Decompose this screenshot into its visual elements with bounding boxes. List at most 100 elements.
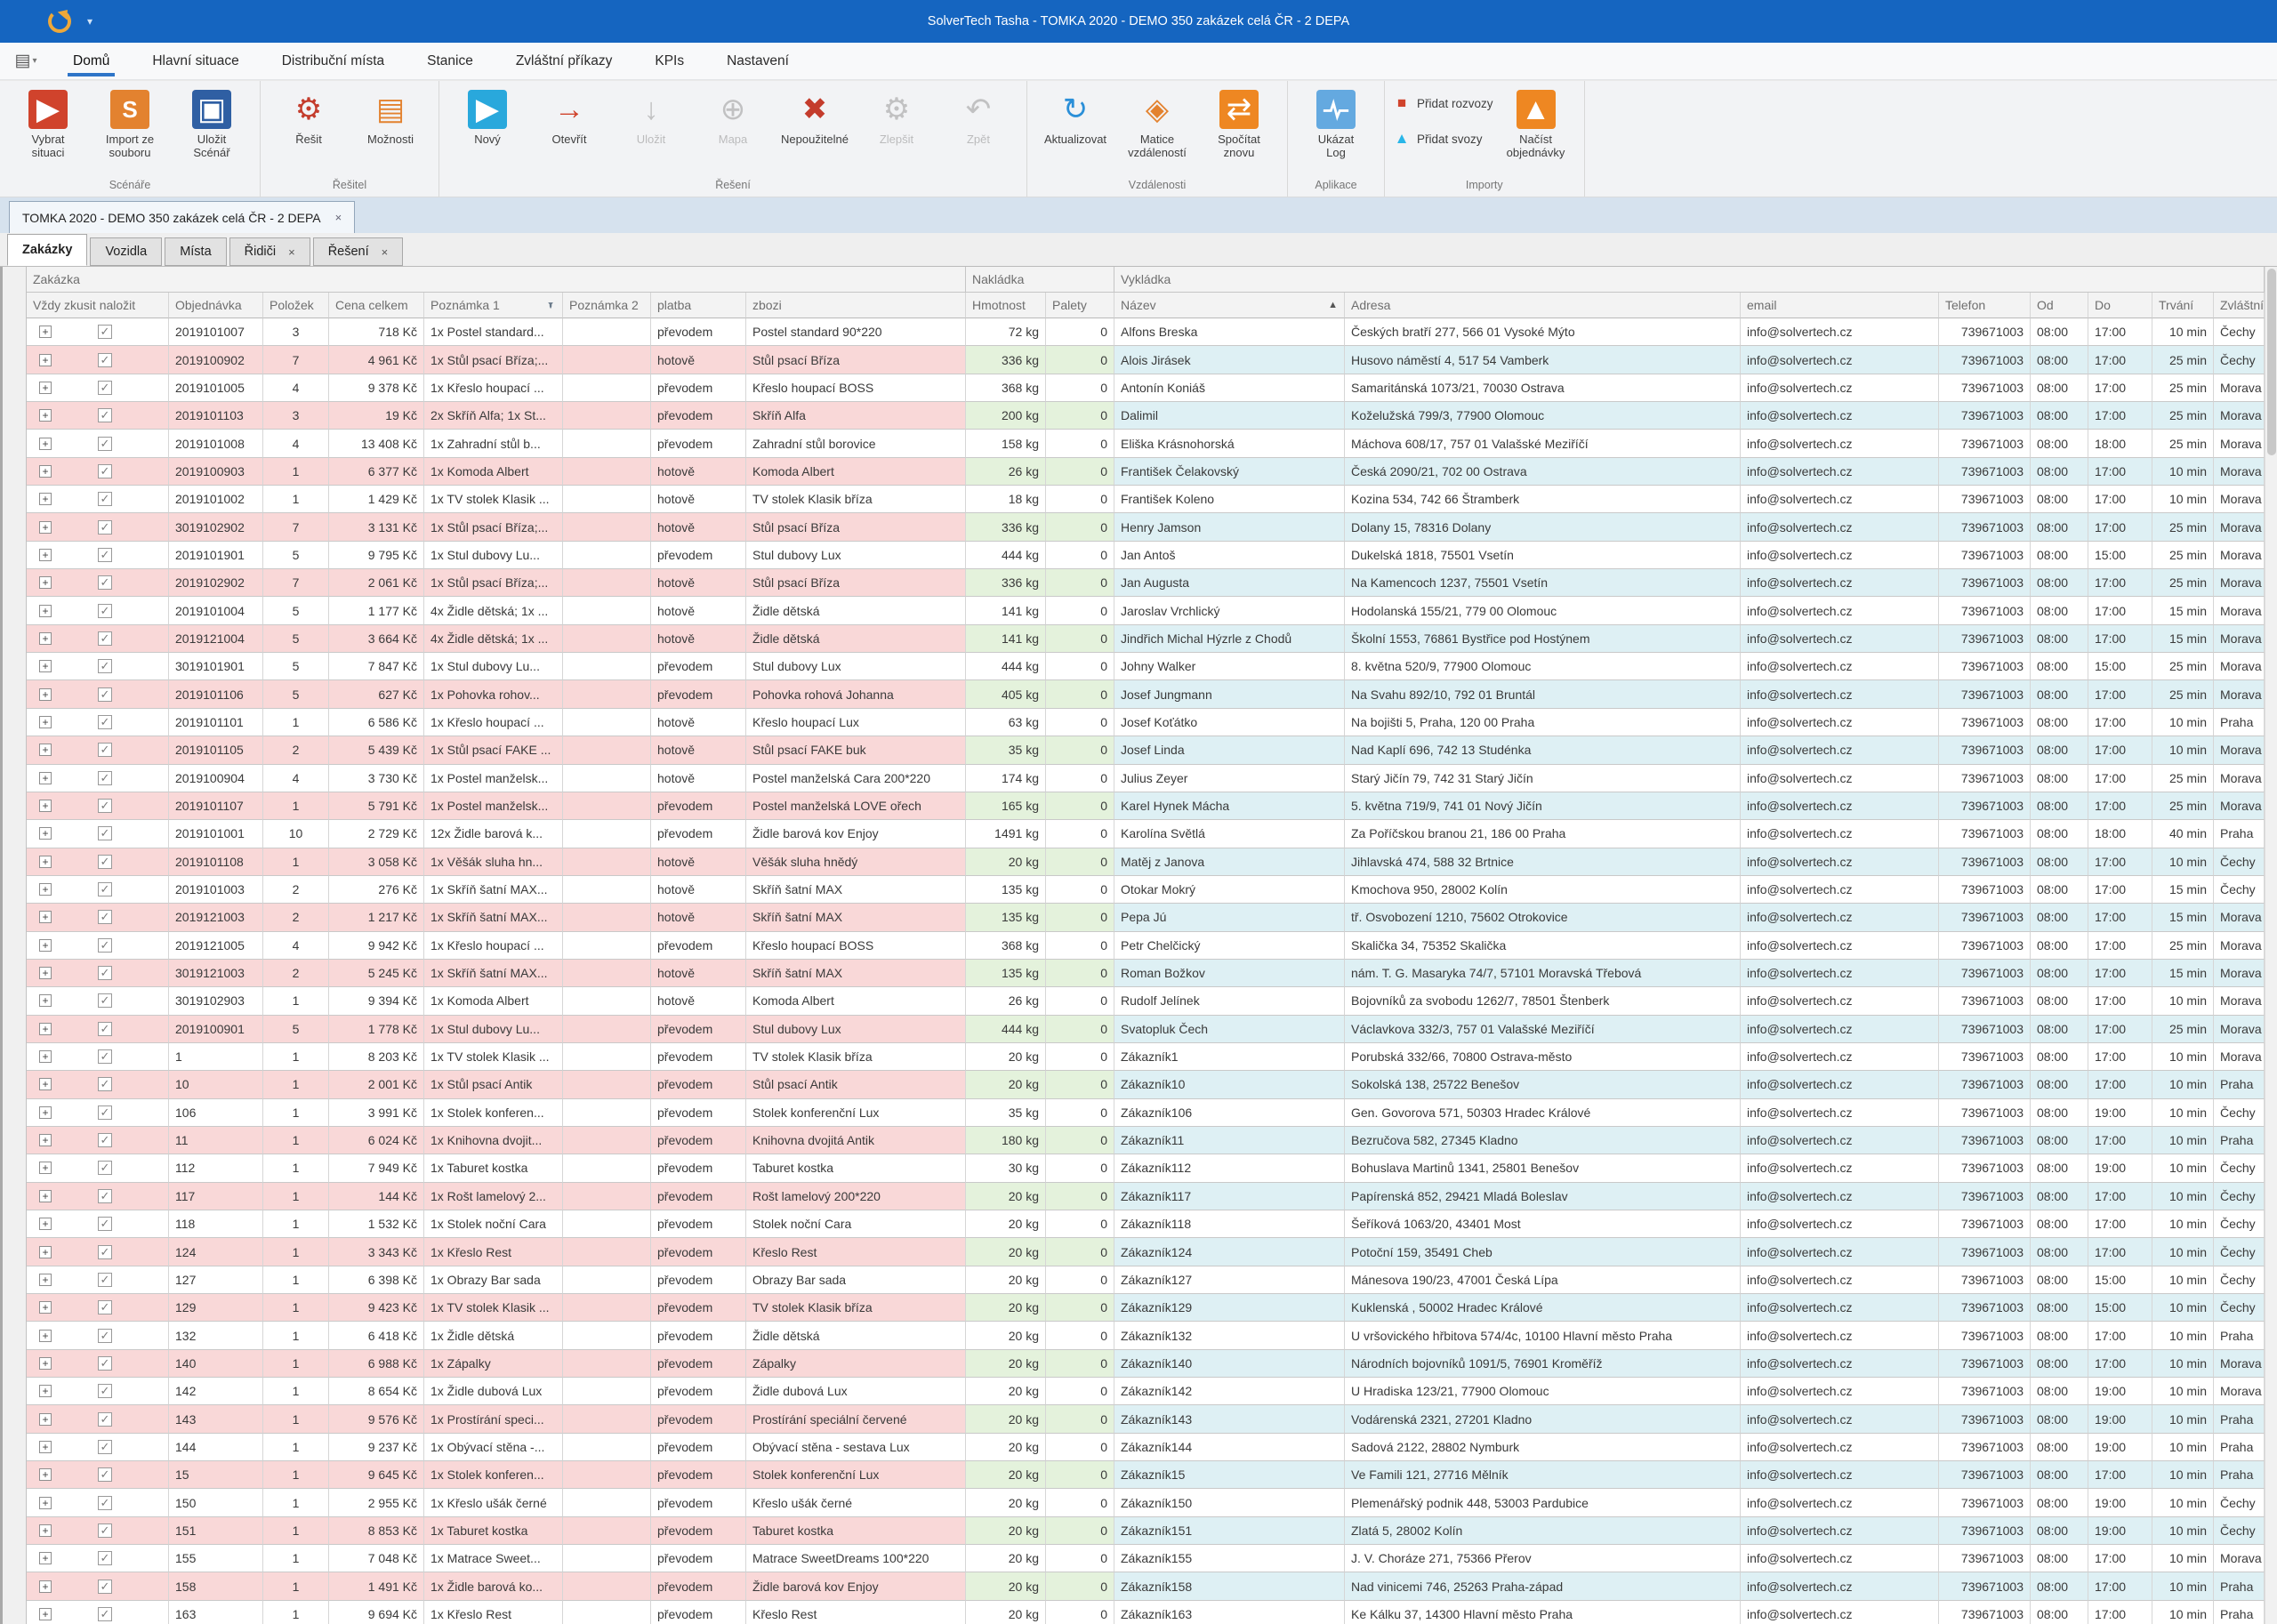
column-header-pozn1[interactable]: Poznámka 1▼ — [424, 293, 563, 318]
table-row[interactable]: +✓301910290273 131 Kč1x Stůl psací Bříza… — [27, 513, 2265, 541]
row-expand-icon[interactable]: + — [39, 1330, 52, 1342]
tab-zakzky[interactable]: Zakázky — [7, 234, 87, 266]
row-expand-icon[interactable]: + — [39, 1050, 52, 1063]
button-distance-matrix[interactable]: ◈Matice vzdáleností — [1118, 86, 1196, 159]
column-header-platba[interactable]: platba — [651, 293, 746, 318]
table-row[interactable]: +✓301910290319 394 Kč1x Komoda Alberthot… — [27, 987, 2265, 1015]
row-expand-icon[interactable]: + — [39, 1468, 52, 1481]
ribbon-tab-stanice[interactable]: Stanice — [406, 43, 495, 79]
table-row[interactable]: +✓15811 491 Kč1x Židle barová ko...převo… — [27, 1572, 2265, 1600]
column-header-always[interactable]: Vždy zkusit naložit — [27, 293, 169, 318]
table-row[interactable]: +✓13216 418 Kč1x Židle dětskápřevodemŽid… — [27, 1322, 2265, 1349]
button-new-solution[interactable]: ▶Nový — [448, 86, 527, 146]
row-expand-icon[interactable]: + — [39, 1134, 52, 1146]
table-row[interactable]: +✓1116 024 Kč1x Knihovna dvojit...převod… — [27, 1127, 2265, 1154]
button-play-box[interactable]: ▶Vybrat situaci — [9, 86, 87, 159]
always-load-checkbox[interactable]: ✓ — [98, 993, 112, 1008]
row-expand-icon[interactable]: + — [39, 1357, 52, 1370]
always-load-checkbox[interactable]: ✓ — [98, 1356, 112, 1371]
button-show-log[interactable]: Ukázat Log — [1297, 86, 1375, 159]
table-row[interactable]: +✓1012 001 Kč1x Stůl psací Antikpřevodem… — [27, 1071, 2265, 1098]
button-unusable-x[interactable]: ✖Nepoužitelné — [776, 86, 854, 146]
row-expand-icon[interactable]: + — [39, 994, 52, 1007]
table-row[interactable]: +✓2019101008413 408 Kč1x Zahradní stůl b… — [27, 430, 2265, 457]
table-row[interactable]: +✓1519 645 Kč1x Stolek konferen...převod… — [27, 1461, 2265, 1489]
table-row[interactable]: +✓16319 694 Kč1x Křeslo RestpřevodemKřes… — [27, 1601, 2265, 1624]
always-load-checkbox[interactable]: ✓ — [98, 715, 112, 729]
row-expand-icon[interactable]: + — [39, 632, 52, 645]
always-load-checkbox[interactable]: ✓ — [98, 381, 112, 395]
row-expand-icon[interactable]: + — [39, 1497, 52, 1509]
table-row[interactable]: +✓201910100451 177 Kč4x Židle dětská; 1x… — [27, 597, 2265, 624]
column-header-do[interactable]: Do — [2088, 293, 2152, 318]
table-row[interactable]: +✓12413 343 Kč1x Křeslo RestpřevodemKřes… — [27, 1238, 2265, 1266]
table-row[interactable]: +✓118 203 Kč1x TV stolek Klasik ...převo… — [27, 1043, 2265, 1071]
table-row[interactable]: +✓201910190159 795 Kč1x Stul dubovy Lu..… — [27, 542, 2265, 569]
ribbon-tab-kpis[interactable]: KPIs — [633, 43, 705, 79]
row-expand-icon[interactable]: + — [39, 827, 52, 840]
always-load-checkbox[interactable]: ✓ — [98, 1049, 112, 1064]
tab-msta[interactable]: Místa — [165, 237, 226, 266]
button-add-deliveries[interactable]: ■Přidat rozvozy — [1394, 95, 1493, 111]
always-load-checkbox[interactable]: ✓ — [98, 882, 112, 896]
always-load-checkbox[interactable]: ✓ — [98, 1580, 112, 1594]
vertical-scrollbar[interactable] — [2265, 267, 2277, 1624]
row-expand-icon[interactable]: + — [39, 939, 52, 952]
tab-idii[interactable]: Řidiči× — [229, 237, 310, 266]
always-load-checkbox[interactable]: ✓ — [98, 1384, 112, 1398]
column-header-hmotnost[interactable]: Hmotnost — [966, 293, 1046, 318]
column-header-email[interactable]: email — [1741, 293, 1939, 318]
row-expand-icon[interactable]: + — [39, 688, 52, 701]
always-load-checkbox[interactable]: ✓ — [98, 1607, 112, 1621]
tab-vozidla[interactable]: Vozidla — [90, 237, 162, 266]
row-expand-icon[interactable]: + — [39, 382, 52, 394]
row-expand-icon[interactable]: + — [39, 883, 52, 896]
always-load-checkbox[interactable]: ✓ — [98, 408, 112, 422]
column-header-od[interactable]: Od — [2031, 293, 2088, 318]
always-load-checkbox[interactable]: ✓ — [98, 492, 112, 506]
table-row[interactable]: +✓14218 654 Kč1x Židle dubová Luxpřevode… — [27, 1378, 2265, 1405]
always-load-checkbox[interactable]: ✓ — [98, 1329, 112, 1343]
always-load-checkbox[interactable]: ✓ — [98, 1467, 112, 1482]
column-header-cena[interactable]: Cena celkem — [329, 293, 424, 318]
always-load-checkbox[interactable]: ✓ — [98, 826, 112, 840]
document-tab[interactable]: TOMKA 2020 - DEMO 350 zakázek celá ČR - … — [9, 201, 355, 233]
always-load-checkbox[interactable]: ✓ — [98, 1133, 112, 1147]
button-recompute[interactable]: ⇄Spočítat znovu — [1200, 86, 1278, 159]
column-header-polozek[interactable]: Položek — [263, 293, 329, 318]
table-row[interactable]: +✓12919 423 Kč1x TV stolek Klasik ...pře… — [27, 1294, 2265, 1322]
table-row[interactable]: +✓201910110525 439 Kč1x Stůl psací FAKE … — [27, 736, 2265, 764]
always-load-checkbox[interactable]: ✓ — [98, 910, 112, 924]
row-expand-icon[interactable]: + — [39, 521, 52, 534]
row-expand-icon[interactable]: + — [39, 1190, 52, 1202]
row-expand-icon[interactable]: + — [39, 549, 52, 561]
tab-close-icon[interactable]: × — [288, 245, 295, 259]
row-expand-icon[interactable]: + — [39, 326, 52, 338]
always-load-checkbox[interactable]: ✓ — [98, 1551, 112, 1565]
table-row[interactable]: +✓10613 991 Kč1x Stolek konferen...převo… — [27, 1099, 2265, 1127]
table-row[interactable]: +✓12716 398 Kč1x Obrazy Bar sadapřevodem… — [27, 1266, 2265, 1294]
table-row[interactable]: +✓20191011065627 Kč1x Pohovka rohov...př… — [27, 680, 2265, 708]
ribbon-tab-distribu-n-m-sta[interactable]: Distribuční místa — [261, 43, 406, 79]
column-header-trvani[interactable]: Trvání — [2152, 293, 2214, 318]
table-row[interactable]: +✓201910110116 586 Kč1x Křeslo houpací .… — [27, 709, 2265, 736]
table-row[interactable]: +✓201910110813 058 Kč1x Věšák sluha hn..… — [27, 848, 2265, 876]
always-load-checkbox[interactable]: ✓ — [98, 1245, 112, 1259]
row-expand-icon[interactable]: + — [39, 967, 52, 979]
table-row[interactable]: +✓20191010073718 Kč1x Postel standard...… — [27, 318, 2265, 346]
table-row[interactable]: +✓15012 955 Kč1x Křeslo ušák černépřevod… — [27, 1489, 2265, 1516]
always-load-checkbox[interactable]: ✓ — [98, 604, 112, 618]
row-expand-icon[interactable]: + — [39, 1106, 52, 1119]
always-load-checkbox[interactable]: ✓ — [98, 437, 112, 451]
button-load-orders[interactable]: ▲Načíst objednávky — [1497, 86, 1575, 159]
column-header-adresa[interactable]: Adresa — [1345, 293, 1741, 318]
button-open-solution[interactable]: →Otevřít — [530, 86, 608, 146]
ribbon-tab-dom-[interactable]: Domů — [52, 43, 131, 79]
table-row[interactable]: +✓201912100549 942 Kč1x Křeslo houpací .… — [27, 932, 2265, 960]
row-expand-icon[interactable]: + — [39, 716, 52, 728]
always-load-checkbox[interactable]: ✓ — [98, 1022, 112, 1036]
filter-icon[interactable]: ▼ — [545, 299, 556, 311]
table-row[interactable]: +✓201910090274 961 Kč1x Stůl psací Bříza… — [27, 346, 2265, 374]
always-load-checkbox[interactable]: ✓ — [98, 548, 112, 562]
table-row[interactable]: +✓301910190157 847 Kč1x Stul dubovy Lu..… — [27, 653, 2265, 680]
